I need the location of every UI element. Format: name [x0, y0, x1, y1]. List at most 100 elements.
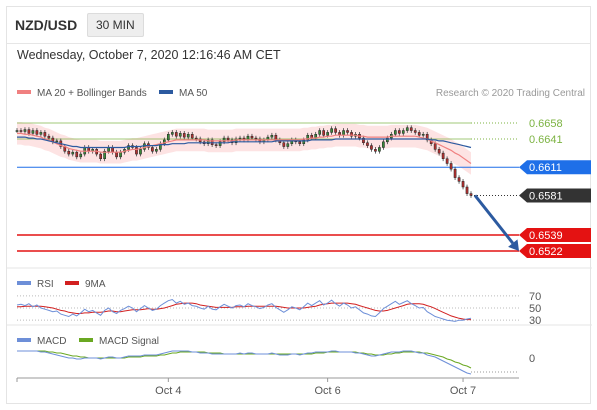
rsi-ma-legend-swatch [65, 281, 79, 285]
forecast-arrow [473, 194, 514, 245]
resistance-label: 0.6658 [529, 118, 563, 130]
macd-zero-label: 0 [529, 353, 535, 365]
candle-body [190, 134, 194, 139]
candle-body [226, 137, 230, 141]
candle-body [23, 129, 27, 132]
candle-body [469, 193, 473, 196]
rsi-legend-swatch [17, 281, 31, 285]
candle-body [170, 132, 174, 135]
candle-body [31, 130, 35, 134]
candle-body [55, 140, 59, 143]
candle-body [39, 132, 43, 135]
rsi-level-label: 50 [529, 303, 541, 315]
rsi-line [16, 298, 472, 322]
time-axis: Oct 4 Oct 6 Oct 7 [16, 377, 519, 397]
candle-body [326, 132, 329, 136]
candle-body [437, 149, 441, 154]
candle-body [111, 147, 114, 153]
candle-body [99, 153, 102, 160]
macd-legend-label: MACD [37, 336, 66, 347]
candle-body [274, 134, 278, 141]
candle-body [405, 127, 409, 131]
rsi-legend: RSI 9MA [17, 279, 106, 290]
candle-body [318, 130, 322, 135]
candle-body [445, 158, 449, 164]
candle-body [370, 145, 373, 150]
candle-body [47, 135, 51, 139]
macd-legend-swatch [17, 338, 31, 342]
candle-body [449, 163, 453, 170]
candle-body [71, 151, 75, 155]
candle-body [151, 147, 154, 152]
ma50-legend-label: MA 50 [179, 88, 208, 99]
candle-body [115, 151, 118, 158]
ma50-legend-swatch [159, 90, 173, 94]
candle-body [298, 141, 302, 144]
candle-body [417, 132, 421, 136]
candle-body [346, 130, 349, 133]
time-axis-label: Oct 6 [314, 385, 340, 397]
rsi-panel: 705030 [16, 291, 541, 327]
candle-body [43, 132, 47, 137]
time-axis-label: Oct 7 [450, 385, 476, 397]
ma20-legend-swatch [17, 90, 31, 94]
candle-body [282, 142, 286, 147]
rsi-legend-label: RSI [37, 279, 54, 290]
price-legend: MA 20 + Bollinger Bands MA 50 [17, 88, 208, 99]
candle-body [421, 134, 425, 136]
candle-body [453, 168, 457, 178]
candle-body [19, 130, 23, 132]
candle-body [155, 149, 158, 152]
candle-body [194, 137, 198, 140]
candle-body [214, 144, 218, 146]
copyright-text: Research © 2020 Trading Central [436, 88, 585, 99]
candle-body [322, 130, 325, 136]
candle-body [342, 130, 345, 136]
candle-body [139, 149, 142, 155]
candle-body [382, 141, 385, 148]
candle-body [465, 186, 469, 194]
candle-body [286, 143, 290, 147]
candle-body [270, 134, 274, 138]
candle-body [433, 143, 437, 150]
macd-line [17, 350, 472, 375]
candle-body [374, 149, 377, 152]
ma20-legend-label: MA 20 + Bollinger Bands [37, 88, 147, 99]
candle-body [143, 143, 146, 150]
candle-body [67, 150, 71, 155]
candle-body [238, 137, 242, 140]
last-price-label: 0.6581 [529, 190, 563, 202]
candle-body [186, 134, 190, 138]
candle-body [35, 130, 39, 135]
rsi-ma-line [17, 302, 471, 321]
macd-legend: MACD MACD Signal [17, 336, 159, 347]
candle-body [15, 130, 19, 132]
candle-body [378, 147, 381, 152]
pivot-label: 0.6611 [529, 162, 562, 174]
support-label: 0.6539 [529, 230, 563, 242]
candle-body [166, 134, 170, 141]
resistance-label: 0.6641 [529, 134, 563, 146]
candle-body [441, 152, 445, 160]
time-axis-label: Oct 4 [155, 385, 181, 397]
macd-panel: 0 [17, 350, 535, 375]
rsi-level-label: 30 [529, 315, 541, 327]
price-chart-canvas: MA 20 + Bollinger Bands MA 50 Research ©… [7, 88, 592, 397]
candle-body [397, 130, 401, 134]
candle-body [182, 133, 186, 138]
chart-widget: NZD/USD 30 MIN Wednesday, October 7, 202… [6, 6, 592, 404]
candle-body [254, 137, 258, 140]
candle-body [457, 177, 461, 182]
candle-body [250, 135, 254, 139]
rsi-ma-legend-label: 9MA [85, 279, 106, 290]
candle-body [330, 128, 333, 133]
candle-body [334, 128, 337, 133]
candle-body [27, 129, 31, 134]
candle-body [75, 151, 79, 158]
candle-body [409, 127, 413, 131]
candle-body [119, 151, 122, 158]
macd-signal-legend-swatch [79, 338, 93, 342]
candle-body [79, 153, 83, 158]
candle-body [413, 130, 417, 133]
rsi-level-label: 70 [529, 291, 541, 303]
